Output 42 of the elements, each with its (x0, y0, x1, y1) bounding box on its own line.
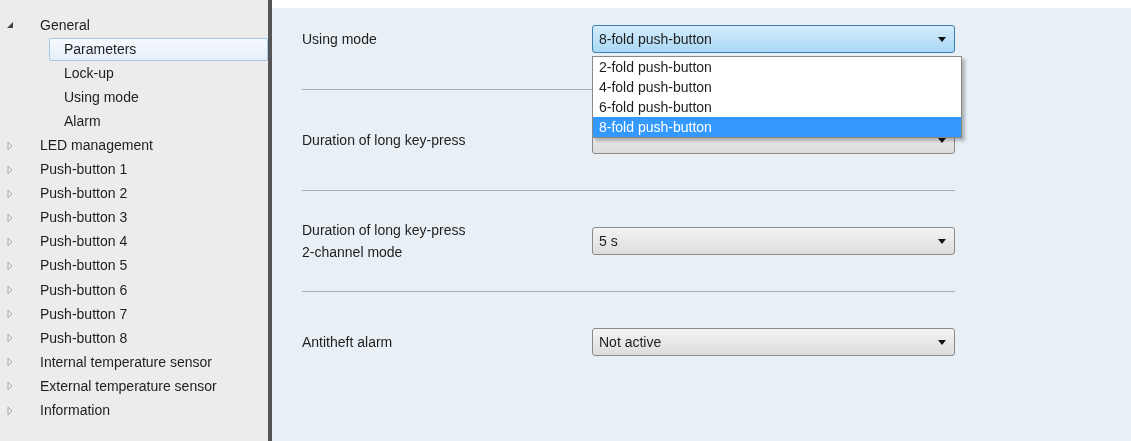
expand-arrow-icon[interactable] (5, 333, 15, 344)
parameter-label: Antitheft alarm (302, 333, 394, 352)
expand-arrow-icon[interactable] (5, 188, 15, 199)
expand-arrow-icon[interactable] (5, 236, 15, 247)
dropdown-option[interactable]: 2-fold push-button (593, 57, 961, 77)
parameter-label: Duration of long key-press 2-channel mode (302, 221, 467, 262)
tree-item[interactable]: Push-button 6 (40, 279, 128, 301)
expand-arrow-icon[interactable] (5, 261, 15, 271)
tree-item[interactable]: Push-button 7 (40, 303, 128, 325)
tree-item[interactable]: Information (40, 400, 111, 422)
expand-arrow-icon[interactable] (5, 309, 15, 320)
caret-icon (938, 238, 946, 244)
tree-item[interactable]: LED management (40, 135, 153, 156)
tree-item[interactable]: Push-button 2 (40, 183, 128, 205)
dropdown-field[interactable]: Not active (592, 328, 955, 356)
collapse-arrow-icon[interactable] (5, 20, 15, 31)
tree-item[interactable]: Alarm (49, 109, 268, 133)
expand-arrow-icon[interactable] (5, 140, 15, 151)
tree-item[interactable]: Internal temperature sensor (40, 351, 212, 373)
expand-arrow-icon[interactable] (5, 357, 15, 368)
tree-item[interactable]: Parameters (49, 37, 268, 61)
tree-item[interactable]: General (40, 14, 90, 36)
expand-arrow-icon[interactable] (5, 164, 15, 175)
parameter-label: Using mode (302, 30, 378, 49)
expand-arrow-icon[interactable] (5, 405, 15, 416)
dropdown-option[interactable]: 4-fold push-button (593, 77, 961, 97)
expand-arrow-icon[interactable] (5, 285, 15, 296)
dropdown-option[interactable]: 6-fold push-button (593, 97, 961, 117)
tree-item[interactable]: Push-button 4 (40, 231, 128, 253)
dropdown-field[interactable]: 5 s (592, 227, 955, 255)
tree-item[interactable]: Push-button 3 (40, 207, 128, 229)
tree-item[interactable]: Using mode (49, 85, 268, 109)
parameter-label: Duration of long key-press (302, 131, 467, 150)
caret-icon (938, 339, 946, 345)
caret-icon (938, 36, 946, 42)
tree-item[interactable]: External temperature sensor (40, 375, 217, 397)
tree-item[interactable]: Lock-up (49, 61, 268, 85)
expand-arrow-icon[interactable] (5, 212, 15, 223)
tree-item[interactable]: Push-button 8 (40, 327, 128, 349)
tree-item[interactable]: Push-button 5 (40, 255, 128, 277)
expand-arrow-icon[interactable] (5, 381, 15, 392)
tree-item[interactable]: Push-button 1 (40, 159, 128, 181)
